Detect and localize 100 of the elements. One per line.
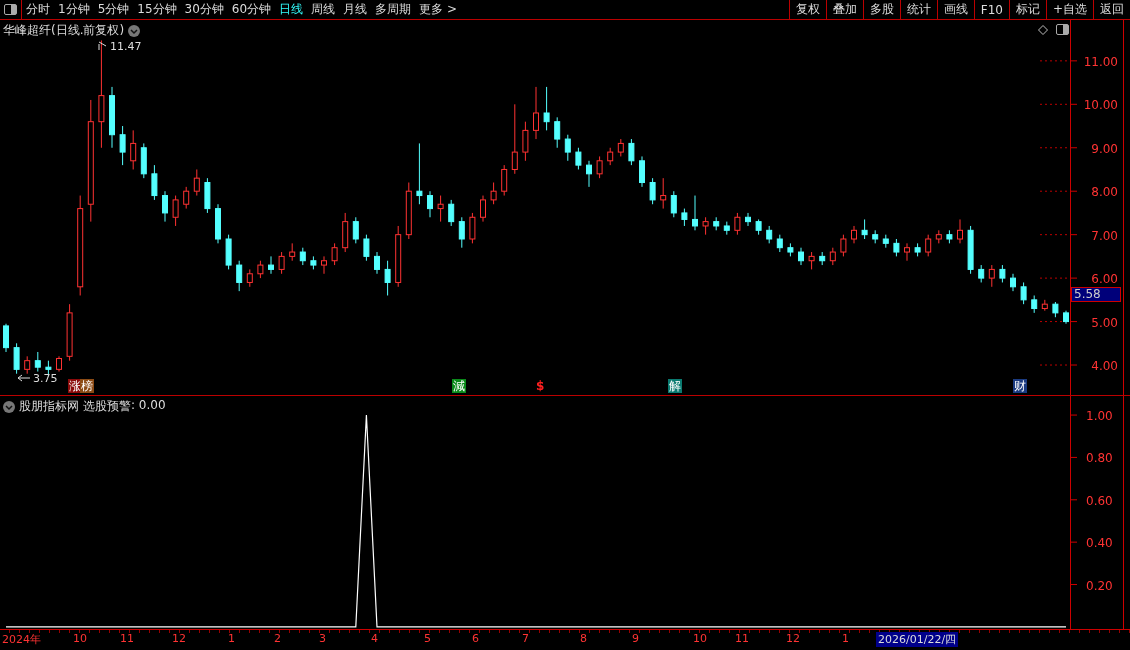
- candlestick: [268, 255, 274, 275]
- candlestick: [427, 190, 433, 218]
- axis-tick-label: 0.40: [1086, 536, 1113, 551]
- candlestick: [628, 138, 635, 166]
- candlestick: [374, 251, 380, 275]
- candlestick: [278, 251, 285, 275]
- grid-line: [1039, 60, 1070, 62]
- time-label: 8: [580, 632, 587, 645]
- candlestick: [172, 195, 179, 227]
- candlestick: [925, 234, 932, 257]
- candlestick: [586, 160, 592, 188]
- indicator-name: 股朋指标网: [19, 398, 79, 415]
- axis-tick-label: 1.00: [1086, 409, 1113, 424]
- candlestick: [384, 260, 391, 296]
- candlestick: [660, 177, 667, 210]
- price-tick-label: 8.00: [1091, 185, 1118, 200]
- time-label: 11: [735, 632, 749, 645]
- time-label: 7: [522, 632, 529, 645]
- candlestick: [331, 242, 338, 266]
- candlestick: [575, 147, 582, 170]
- candlestick: [34, 351, 41, 373]
- time-label: 11: [120, 632, 134, 645]
- date-cursor-label: 2026/01/22/四: [876, 632, 959, 647]
- grid-line: [1039, 103, 1070, 105]
- event-marker[interactable]: 解: [668, 379, 682, 393]
- candlestick: [649, 177, 656, 205]
- candlestick: [236, 260, 243, 292]
- time-label: 3: [319, 632, 326, 645]
- candlestick: [13, 342, 20, 375]
- candlestick: [480, 195, 486, 223]
- chevron-down-icon[interactable]: [3, 400, 15, 413]
- time-label: 1: [842, 632, 849, 645]
- indicator-reading: : 0.00: [131, 398, 166, 414]
- candlestick: [321, 255, 327, 275]
- arrow-line: [17, 374, 31, 382]
- grid-line: [1039, 234, 1070, 236]
- candlestick: [3, 323, 9, 353]
- candlestick: [543, 86, 550, 131]
- axis-tick-label: 0.60: [1086, 493, 1113, 508]
- candlestick: [904, 242, 910, 262]
- candlestick: [861, 218, 868, 240]
- price-tick-label: 11.00: [1083, 54, 1118, 69]
- chart-title: 华峰超纤(日线.前复权): [3, 22, 125, 39]
- time-label: 10: [73, 632, 87, 645]
- time-label: 12: [786, 632, 800, 645]
- panel-icon[interactable]: [1056, 24, 1069, 35]
- price-tick-label: 6.00: [1091, 272, 1118, 287]
- candlestick: [193, 168, 200, 197]
- time-label: 1: [228, 632, 235, 645]
- price-tick-label: 10.00: [1083, 98, 1118, 113]
- grid-line: [1039, 147, 1070, 149]
- candlestick: [554, 116, 561, 149]
- candlestick: [745, 212, 751, 227]
- grid-line: [1039, 190, 1070, 192]
- price-tick-label: 7.00: [1091, 228, 1118, 243]
- candlestick: [501, 164, 508, 197]
- candlestick: [511, 103, 518, 175]
- candlestick: [533, 86, 539, 140]
- candlestick: [352, 216, 359, 244]
- event-marker[interactable]: $: [535, 379, 546, 393]
- candlestick: [162, 190, 168, 223]
- arrow-line: [98, 41, 107, 51]
- candlestick: [490, 182, 497, 205]
- event-marker[interactable]: 财: [1013, 379, 1027, 393]
- candlestick: [564, 134, 571, 162]
- candlestick: [522, 121, 529, 162]
- candlestick: [119, 125, 126, 166]
- high-price-label: 11.47: [110, 40, 142, 53]
- candlestick: [448, 199, 455, 227]
- candlestick: [130, 129, 137, 170]
- candlestick: [692, 195, 698, 231]
- candlestick: [1020, 281, 1027, 305]
- time-label: 4: [371, 632, 378, 645]
- time-label: 2: [274, 632, 281, 645]
- series-name: 选股预警: [83, 398, 131, 415]
- price-tick-label: 4.00: [1091, 359, 1118, 373]
- time-label: 2024年: [2, 632, 41, 647]
- grid-line: [1039, 277, 1070, 279]
- time-label: 5: [424, 632, 431, 645]
- time-label: 12: [172, 632, 186, 645]
- candlestick: [183, 186, 190, 210]
- candlestick: [639, 155, 645, 188]
- chevron-down-icon[interactable]: [128, 24, 141, 37]
- low-price-label: 3.75: [33, 372, 58, 385]
- candlestick: [437, 195, 444, 223]
- candlestick: [734, 212, 741, 236]
- panel-icon: [4, 4, 17, 15]
- candlestick: [469, 212, 476, 244]
- candlestick: [363, 234, 370, 262]
- price-tick-label: 9.00: [1091, 141, 1118, 156]
- price-tick-label: 5.00: [1091, 315, 1118, 330]
- grid-line: [1039, 364, 1070, 366]
- candlestick: [416, 142, 423, 205]
- candlestick: [840, 234, 847, 257]
- event-marker[interactable]: 榜: [80, 379, 94, 393]
- diamond-icon[interactable]: [1038, 25, 1048, 35]
- event-marker[interactable]: 減: [452, 379, 466, 393]
- axis-tick-label: 0.80: [1086, 451, 1113, 466]
- candlestick: [151, 164, 158, 201]
- time-label: 6: [472, 632, 479, 645]
